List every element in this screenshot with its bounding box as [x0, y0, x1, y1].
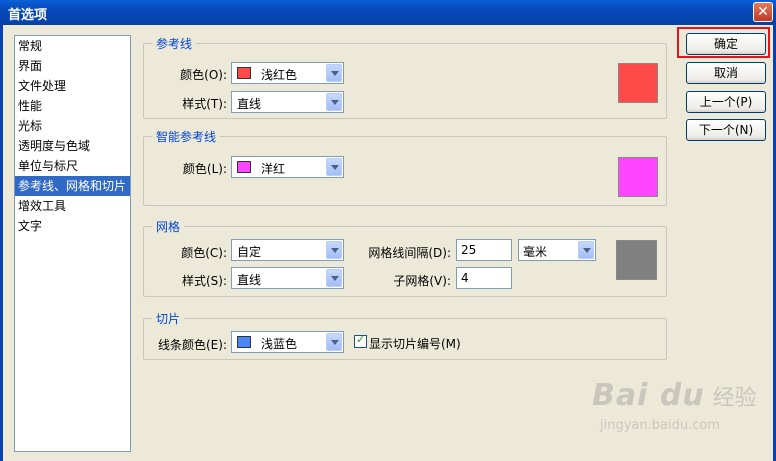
watermark-url: jingyan.baidu.com [600, 418, 720, 433]
show-slice-numbers-checkbox[interactable] [354, 333, 367, 348]
list-item-performance[interactable]: 性能 [15, 96, 130, 116]
title-bar: 首选项 ✕ [0, 0, 776, 25]
guides-color-select[interactable]: 浅红色 [231, 62, 344, 84]
gridline-unit-select[interactable]: 毫米 [518, 239, 596, 261]
grid-color-value: 自定 [237, 245, 262, 259]
chevron-down-icon [326, 333, 342, 351]
category-list[interactable]: 常规 界面 文件处理 性能 光标 透明度与色域 单位与标尺 参考线、网格和切片 … [14, 35, 131, 452]
chevron-down-icon [326, 93, 342, 111]
smart-guides-color-preview[interactable] [618, 157, 658, 197]
close-button[interactable]: ✕ [753, 2, 773, 22]
list-item-plugins[interactable]: 增效工具 [15, 196, 130, 216]
gridline-interval-value: 25 [461, 243, 477, 257]
show-slice-numbers-label[interactable]: 显示切片编号(M) [369, 335, 461, 352]
close-icon: ✕ [757, 4, 769, 20]
list-item-units-rulers[interactable]: 单位与标尺 [15, 156, 130, 176]
slice-line-color-label: 线条颜色(E): [158, 338, 227, 352]
list-item-file-handling[interactable]: 文件处理 [15, 76, 130, 96]
chevron-down-icon [326, 269, 342, 287]
guides-style-label: 样式(T): [182, 97, 227, 111]
smart-guides-color-value: 洋红 [261, 162, 286, 176]
guides-title: 参考线 [152, 35, 197, 52]
list-item-type[interactable]: 文字 [15, 216, 130, 236]
slice-line-color-select[interactable]: 浅蓝色 [231, 331, 344, 353]
ok-button[interactable]: 确定 [686, 33, 766, 55]
grid-style-label: 样式(S): [181, 274, 227, 288]
smart-guides-color-swatch [237, 161, 251, 173]
watermark-text: 经验 [712, 386, 757, 411]
gridline-interval-input[interactable]: 25 [456, 239, 512, 261]
gridline-unit-value: 毫米 [523, 245, 548, 259]
grid-color-preview[interactable] [616, 240, 657, 280]
smart-guides-title: 智能参考线 [152, 128, 221, 145]
list-item-general[interactable]: 常规 [15, 36, 130, 56]
grid-color-label: 颜色(C): [181, 246, 227, 260]
list-item-cursors[interactable]: 光标 [15, 116, 130, 136]
chevron-down-icon [326, 64, 342, 82]
list-item-interface[interactable]: 界面 [15, 56, 130, 76]
guides-style-select[interactable]: 直线 [231, 91, 344, 113]
guides-style-value: 直线 [237, 97, 262, 111]
grid-title: 网格 [152, 218, 185, 235]
subdivisions-input[interactable]: 4 [456, 267, 512, 289]
previous-button[interactable]: 上一个(P) [686, 91, 766, 113]
subdivisions-label: 子网格(V): [393, 274, 451, 288]
guides-color-value: 浅红色 [261, 68, 298, 82]
cancel-button[interactable]: 取消 [686, 62, 766, 84]
list-item-transparency[interactable]: 透明度与色域 [15, 136, 130, 156]
window-title: 首选项 [8, 8, 48, 23]
slice-line-color-swatch [237, 336, 251, 348]
guides-color-label: 颜色(O): [180, 68, 227, 82]
baidu-watermark: Bai du 经验 jingyan.baidu.com [592, 378, 757, 433]
chevron-down-icon [578, 241, 594, 259]
chevron-down-icon [326, 241, 342, 259]
smart-guides-color-label: 颜色(L): [182, 162, 227, 176]
guides-color-preview[interactable] [618, 63, 658, 103]
list-item-guides-grid-slices[interactable]: 参考线、网格和切片 [15, 176, 130, 196]
watermark-logo: Bai du [592, 378, 705, 413]
grid-color-select[interactable]: 自定 [231, 239, 344, 261]
grid-style-select[interactable]: 直线 [231, 267, 344, 289]
next-button[interactable]: 下一个(N) [686, 119, 766, 141]
slice-line-color-value: 浅蓝色 [261, 337, 298, 351]
grid-style-value: 直线 [237, 273, 262, 287]
guides-color-swatch [237, 67, 251, 79]
gridline-interval-label: 网格线间隔(D): [368, 246, 451, 260]
chevron-down-icon [326, 158, 342, 176]
smart-guides-color-select[interactable]: 洋红 [231, 156, 344, 178]
slices-title: 切片 [152, 310, 185, 327]
subdivisions-value: 4 [461, 271, 469, 285]
